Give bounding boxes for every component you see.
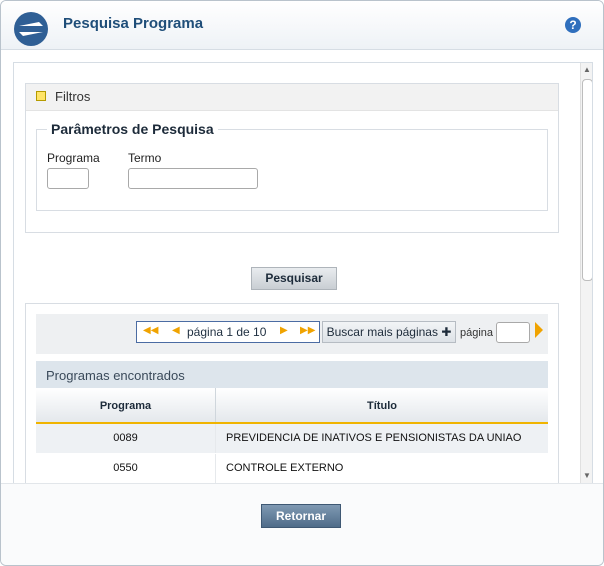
scroll-thumb[interactable] [582,79,592,281]
modal-window: Pesquisa Programa ? SIAFI SIAFI SIAFI SI… [0,0,604,566]
collapse-icon[interactable] [36,91,46,101]
filters-header[interactable]: Filtros [26,84,558,111]
search-parameters-group: Parâmetros de Pesquisa Programa Termo [36,121,548,211]
termo-input[interactable] [128,168,258,189]
filters-panel: Filtros Parâmetros de Pesquisa Programa … [25,83,559,233]
fetch-more-pages-button[interactable]: Buscar mais páginas ✚ [322,321,456,343]
double-left-arrow-icon[interactable]: ◀◀ [143,325,158,336]
row-titulo: PREVIDENCIA DE INATIVOS E PENSIONISTAS D… [226,432,522,444]
siafi-logo-icon [14,12,48,46]
page-label: página [460,327,494,339]
scroll-down-arrow-icon[interactable]: ▼ [582,471,592,481]
row-titulo: CONTROLE EXTERNO [226,462,344,474]
column-divider [215,424,216,453]
termo-label: Termo [128,151,162,165]
column-header-titulo[interactable]: Título [216,400,548,412]
programa-label: Programa [47,151,100,165]
results-header: Programas encontrados [36,361,548,388]
help-icon[interactable]: ? [565,17,581,33]
go-to-page-arrow-icon[interactable] [535,322,543,338]
table-row[interactable]: 0550 CONTROLE EXTERNO [36,454,548,483]
scroll-content: Filtros Parâmetros de Pesquisa Programa … [13,62,593,485]
footer-bar: Retornar [1,483,603,565]
row-programa: 0550 [113,462,138,474]
results-title: Programas encontrados [46,368,185,383]
vertical-scrollbar[interactable]: ▲ ▼ [580,63,592,484]
programa-input[interactable] [47,168,89,189]
page-title: Pesquisa Programa [63,15,204,32]
filters-label: Filtros [55,89,91,104]
row-programa: 0089 [113,432,138,444]
parameters-legend: Parâmetros de Pesquisa [47,121,218,137]
left-arrow-icon[interactable]: ◀ [172,325,180,336]
scroll-up-arrow-icon[interactable]: ▲ [582,65,592,75]
double-right-arrow-icon[interactable]: ▶▶ [300,325,315,336]
page-number-input[interactable] [496,322,530,343]
column-divider [215,454,216,483]
pagination-bar: ◀◀ ◀ página 1 de 10 ▶ ▶▶ Buscar mais pág… [36,314,548,354]
back-button[interactable]: Retornar [261,504,341,528]
table-header: Programa Título [36,388,548,424]
pagination-control: ◀◀ ◀ página 1 de 10 ▶ ▶▶ [136,321,320,343]
fetch-more-label: Buscar mais páginas [326,325,438,339]
page-indicator: página 1 de 10 [187,325,267,339]
search-button[interactable]: Pesquisar [251,267,337,290]
column-header-programa[interactable]: Programa [36,400,215,412]
right-arrow-icon[interactable]: ▶ [280,325,288,336]
results-panel: ◀◀ ◀ página 1 de 10 ▶ ▶▶ Buscar mais pág… [25,303,559,484]
plus-icon: ✚ [441,325,452,339]
table-row[interactable]: 0089 PREVIDENCIA DE INATIVOS E PENSIONIS… [36,424,548,453]
title-bar: Pesquisa Programa ? [1,1,603,50]
